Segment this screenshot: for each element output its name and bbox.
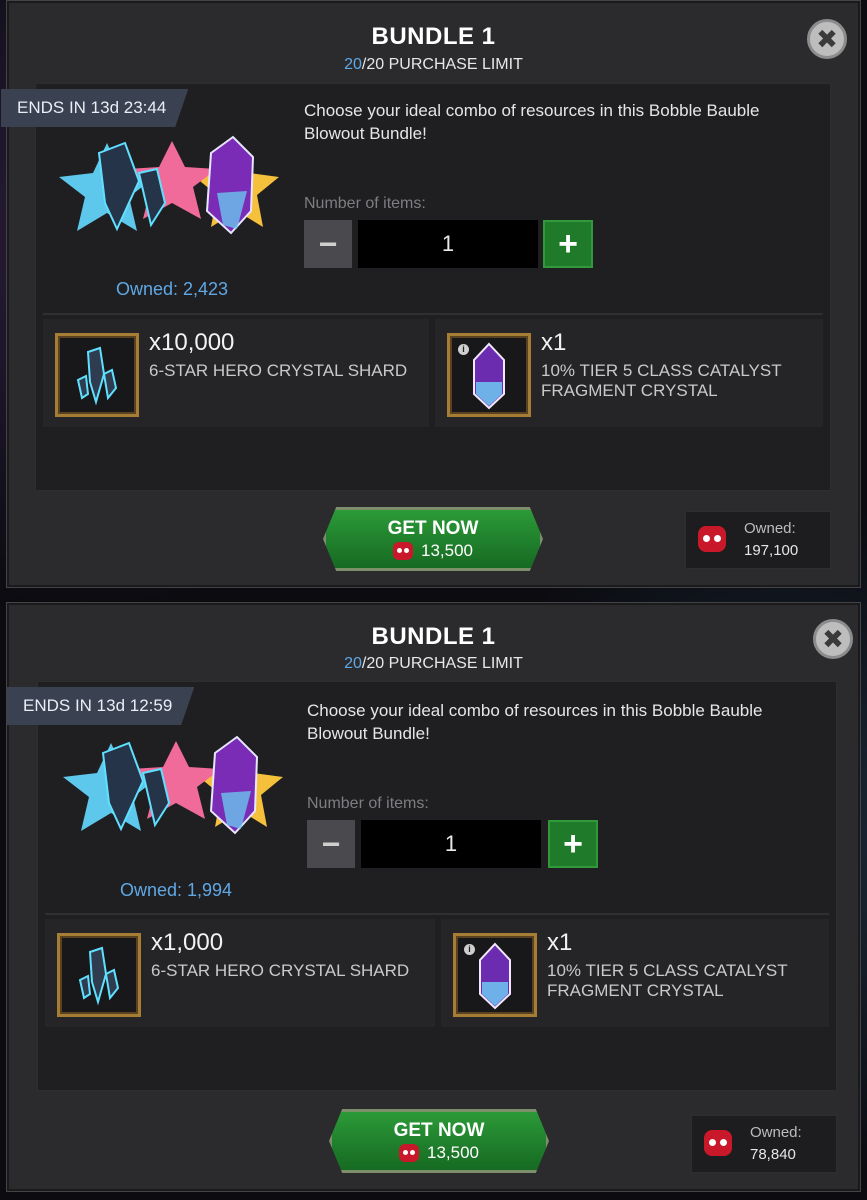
units-icon — [698, 526, 726, 552]
item-quantity: x1,000 — [151, 929, 224, 956]
catalyst-crystal-icon: i — [447, 333, 531, 417]
divider — [45, 913, 829, 915]
price: 13,500 — [326, 541, 540, 561]
minus-icon: − — [321, 825, 341, 862]
crystal-shard-icon — [57, 933, 141, 1017]
bundle-panel-2: BUNDLE 1 20/20 PURCHASE LIMIT ✖ ENDS IN … — [6, 602, 861, 1192]
increase-quantity-button[interactable]: + — [543, 220, 593, 268]
bundle-panel-1: BUNDLE 1 20/20 PURCHASE LIMIT ✖ ENDS IN … — [1, 0, 861, 588]
item-name: 10% TIER 5 CLASS CATALYST FRAGMENT CRYST… — [541, 361, 782, 400]
purchase-limit: 20/20 PURCHASE LIMIT — [7, 56, 860, 74]
bundle-item-2[interactable]: i x1 10% TIER 5 CLASS CATALYST FRAGMENT … — [435, 319, 823, 427]
bundle-item-2[interactable]: i x1 10% TIER 5 CLASS CATALYST FRAGMENT … — [441, 919, 829, 1027]
price: 13,500 — [332, 1143, 546, 1163]
item-quantity: x10,000 — [149, 329, 235, 356]
purchase-limit-current: 20 — [344, 655, 362, 672]
item-name: 6-STAR HERO CRYSTAL SHARD — [151, 961, 410, 980]
number-of-items-label: Number of items: — [307, 795, 429, 812]
item-quantity: x1 — [547, 929, 573, 956]
price-value: 13,500 — [427, 1143, 479, 1162]
units-icon — [704, 1130, 732, 1156]
bundle-title: BUNDLE 1 — [371, 623, 496, 650]
plus-icon: + — [558, 224, 578, 263]
purchase-limit-current: 20 — [344, 56, 362, 73]
item-name: 10% TIER 5 CLASS CATALYST FRAGMENT CRYST… — [547, 961, 788, 1000]
units-owned-box: Owned: 197,100 — [685, 511, 831, 569]
units-owned-value: 78,840 — [750, 1146, 796, 1163]
divider — [43, 313, 823, 315]
bundle-item-1[interactable]: x1,000 6-STAR HERO CRYSTAL SHARD — [45, 919, 435, 1027]
info-icon[interactable]: i — [458, 344, 469, 355]
bundle-title: BUNDLE 1 — [371, 23, 496, 50]
decrease-quantity-button[interactable]: − — [304, 220, 352, 268]
owned-count: Owned: 2,423 — [115, 279, 229, 299]
decrease-quantity-button[interactable]: − — [307, 820, 355, 868]
owned-count: Owned: 1,994 — [119, 880, 233, 900]
ends-in-banner: ENDS IN 13d 12:59 — [7, 687, 195, 725]
units-owned-value: 197,100 — [744, 542, 799, 559]
close-button[interactable]: ✖ — [807, 19, 847, 59]
crystal-shard-icon — [55, 333, 139, 417]
close-icon: ✖ — [816, 24, 838, 54]
units-owned-label: Owned: — [744, 520, 796, 537]
units-icon — [393, 542, 413, 560]
purchase-limit: 20/20 PURCHASE LIMIT — [7, 655, 860, 673]
minus-icon: − — [318, 225, 338, 262]
item-quantity: x1 — [541, 329, 567, 356]
bundle-art-icon — [59, 135, 279, 235]
units-owned-label: Owned: — [750, 1124, 802, 1141]
price-value: 13,500 — [421, 541, 473, 560]
bundle-art-icon — [63, 735, 283, 835]
close-button[interactable]: ✖ — [813, 619, 853, 659]
get-now-button[interactable]: GET NOW 13,500 — [329, 1109, 549, 1173]
number-of-items-label: Number of items: — [304, 195, 426, 212]
ends-in-banner: ENDS IN 13d 23:44 — [1, 89, 189, 127]
units-owned-box: Owned: 78,840 — [691, 1115, 837, 1173]
bundle-description: Choose your ideal combo of resources in … — [304, 101, 760, 143]
plus-icon: + — [563, 824, 583, 863]
item-name: 6-STAR HERO CRYSTAL SHARD — [149, 361, 408, 380]
quantity-field[interactable]: 1 — [361, 820, 541, 868]
info-icon[interactable]: i — [464, 944, 475, 955]
bundle-description: Choose your ideal combo of resources in … — [307, 701, 763, 743]
get-now-label: GET NOW — [387, 518, 479, 539]
get-now-button[interactable]: GET NOW 13,500 — [323, 507, 543, 571]
get-now-label: GET NOW — [393, 1120, 485, 1141]
purchase-limit-text: /20 PURCHASE LIMIT — [361, 56, 523, 73]
catalyst-crystal-icon: i — [453, 933, 537, 1017]
increase-quantity-button[interactable]: + — [548, 820, 598, 868]
quantity-field[interactable]: 1 — [358, 220, 538, 268]
purchase-limit-text: /20 PURCHASE LIMIT — [361, 655, 523, 672]
units-icon — [399, 1144, 419, 1162]
close-icon: ✖ — [822, 624, 844, 654]
bundle-item-1[interactable]: x10,000 6-STAR HERO CRYSTAL SHARD — [43, 319, 429, 427]
